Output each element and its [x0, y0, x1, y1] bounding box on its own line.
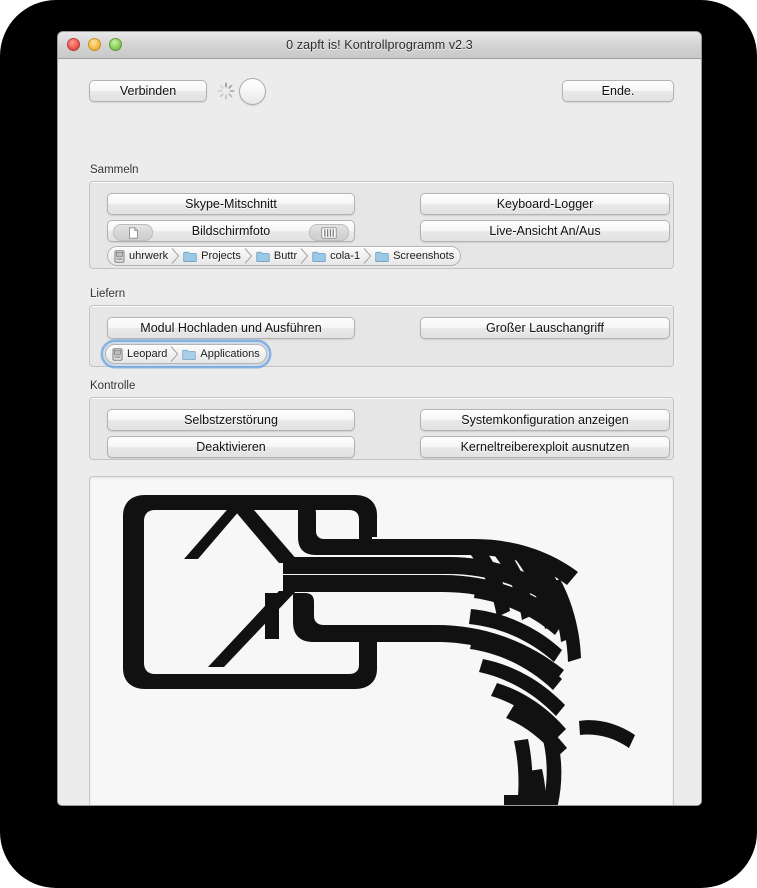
breadcrumb-item-uhrwerk[interactable]: uhrwerk [111, 250, 171, 263]
breadcrumb-label: Leopard [127, 348, 167, 360]
deaktivieren-button[interactable]: Deaktivieren [107, 436, 355, 458]
breadcrumb-label: Screenshots [393, 250, 454, 262]
skype-mitschnitt-button[interactable]: Skype-Mitschnitt [107, 193, 355, 215]
breadcrumb-item-projects[interactable]: Projects [180, 250, 244, 262]
breadcrumb-item-applications[interactable]: Applications [179, 348, 262, 360]
window-controls [67, 38, 122, 51]
folder-icon [375, 251, 389, 262]
computer-icon [114, 250, 125, 263]
toolbar: Verbinden Ende. [58, 77, 701, 109]
breadcrumb-item-leopard[interactable]: Leopard [109, 348, 170, 361]
chevron-right-icon [363, 248, 372, 264]
breadcrumb-label: cola-1 [330, 250, 360, 262]
breadcrumb-item-cola-1[interactable]: cola-1 [309, 250, 363, 262]
application-window: 0 zapft is! Kontrollprogramm v2.3 Verbin… [57, 31, 702, 806]
maximize-button[interactable] [109, 38, 122, 51]
folder-icon [182, 349, 196, 360]
window-title: 0 zapft is! Kontrollprogramm v2.3 [58, 38, 701, 52]
status-indicator-circle[interactable] [239, 78, 266, 105]
keyboard-logger-button[interactable]: Keyboard-Logger [420, 193, 670, 215]
progress-spinner-icon [216, 81, 236, 101]
folder-icon [256, 251, 270, 262]
bildschirmfoto-button[interactable]: Bildschirmfoto [107, 220, 355, 242]
breadcrumb-label: Projects [201, 250, 241, 262]
bildschirmfoto-label: Bildschirmfoto [192, 224, 271, 238]
breadcrumb-label: Applications [200, 348, 259, 360]
breadcrumb-label: Buttr [274, 250, 297, 262]
group-kontrolle-label: Kontrolle [90, 380, 135, 392]
document-icon[interactable] [113, 224, 153, 241]
path-control-applications[interactable]: Leopard Applications [105, 344, 267, 364]
folder-icon [183, 251, 197, 262]
group-liefern-label: Liefern [90, 288, 125, 300]
path-control-applications-focus-ring: Leopard Applications [103, 342, 269, 366]
systemkonfiguration-anzeigen-button[interactable]: Systemkonfiguration anzeigen [420, 409, 670, 431]
ccc-datenschleuder-logo [90, 477, 674, 806]
filmstrip-icon[interactable] [309, 224, 349, 241]
kerneltreiberexploit-button[interactable]: Kerneltreiberexploit ausnutzen [420, 436, 670, 458]
window-body: Verbinden Ende. [58, 59, 701, 806]
breadcrumb-label: uhrwerk [129, 250, 168, 262]
chevron-right-icon [244, 248, 253, 264]
selbstzerstoerung-button[interactable]: Selbstzerstörung [107, 409, 355, 431]
chevron-right-icon [170, 346, 179, 362]
quit-button[interactable]: Ende. [562, 80, 674, 102]
group-liefern: Liefern Modul Hochladen und Ausführen Gr… [89, 305, 674, 367]
breadcrumb-item-screenshots[interactable]: Screenshots [372, 250, 457, 262]
grosser-lauschangriff-button[interactable]: Großer Lauschangriff [420, 317, 670, 339]
path-control-screenshots[interactable]: uhrwerk Projects [107, 246, 461, 266]
minimize-button[interactable] [88, 38, 101, 51]
live-ansicht-button[interactable]: Live-Ansicht An/Aus [420, 220, 670, 242]
group-sammeln-label: Sammeln [90, 164, 139, 176]
group-sammeln: Sammeln Skype-Mitschnitt Keyboard-Logger… [89, 181, 674, 269]
window-titlebar[interactable]: 0 zapft is! Kontrollprogramm v2.3 [58, 32, 701, 59]
preview-image-well[interactable] [89, 476, 674, 806]
chevron-right-icon [171, 248, 180, 264]
chevron-right-icon [300, 248, 309, 264]
group-kontrolle: Kontrolle Selbstzerstörung Systemkonfigu… [89, 397, 674, 460]
folder-icon [312, 251, 326, 262]
close-button[interactable] [67, 38, 80, 51]
connect-button[interactable]: Verbinden [89, 80, 207, 102]
breadcrumb-item-buttr[interactable]: Buttr [253, 250, 300, 262]
computer-icon [112, 348, 123, 361]
modul-hochladen-button[interactable]: Modul Hochladen und Ausführen [107, 317, 355, 339]
